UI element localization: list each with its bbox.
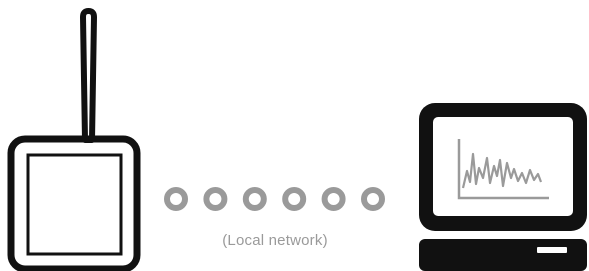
network-diagram bbox=[7, 8, 587, 271]
network-dot bbox=[203, 187, 228, 211]
antenna-icon bbox=[80, 8, 97, 143]
base-slot bbox=[537, 247, 567, 253]
wireless-gateway-icon bbox=[7, 8, 141, 271]
computer-monitor-icon bbox=[419, 103, 587, 271]
network-dot bbox=[321, 187, 346, 211]
network-caption: (Local network) bbox=[222, 232, 328, 249]
network-dot bbox=[164, 187, 188, 211]
computer-base bbox=[419, 239, 587, 271]
gateway-panel bbox=[26, 153, 123, 256]
network-dot bbox=[282, 187, 307, 211]
monitor-screen bbox=[433, 117, 573, 216]
network-dot bbox=[242, 187, 267, 211]
network-dot bbox=[361, 187, 385, 211]
network-dots-icon bbox=[164, 187, 385, 211]
gateway-body bbox=[7, 135, 141, 271]
